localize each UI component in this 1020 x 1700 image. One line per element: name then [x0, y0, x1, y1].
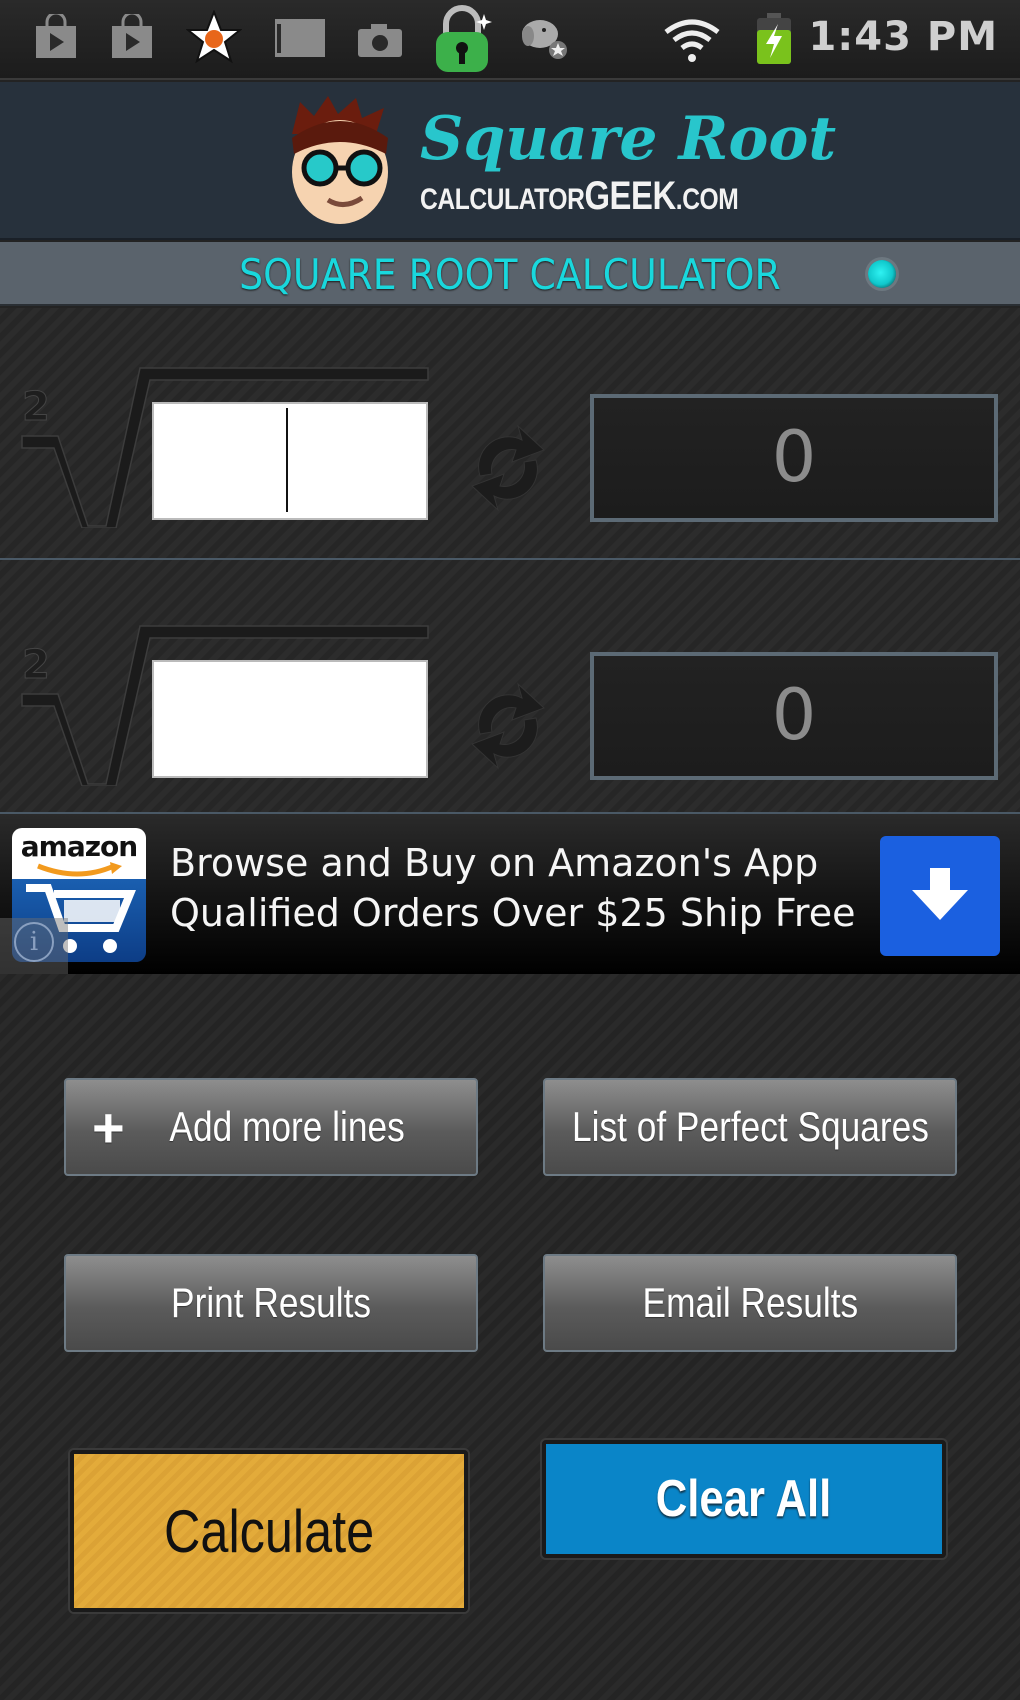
page-title: SQUARE ROOT CALCULATOR: [239, 250, 781, 299]
logo-title: Square Root: [420, 104, 837, 174]
play-store-icon: [112, 14, 152, 58]
result-display: 0: [590, 652, 998, 780]
calculator-title-bar: SQUARE ROOT CALCULATOR: [0, 242, 1020, 306]
clear-all-label: Clear All: [656, 1470, 832, 1528]
battery-charging-icon: [757, 13, 791, 64]
calc-row: 2 0: [0, 562, 1020, 814]
info-icon[interactable]: i: [14, 922, 54, 962]
favorite-star-icon: [186, 10, 242, 64]
calculate-button[interactable]: Calculate: [70, 1450, 468, 1612]
radicand-input[interactable]: [152, 660, 428, 778]
email-results-button[interactable]: Email Results: [543, 1254, 957, 1352]
wifi-icon: [664, 19, 720, 62]
download-arrow-icon: [912, 868, 968, 920]
logo-domain-suffix: .COM: [675, 183, 739, 216]
dog-app-icon: [522, 20, 567, 59]
logo-domain: CALCULATORGEEK.COM: [420, 174, 739, 219]
radicand-input[interactable]: [152, 402, 428, 520]
print-results-label: Print Results: [170, 1279, 371, 1326]
refresh-icon[interactable]: [466, 676, 550, 776]
clear-all-button[interactable]: Clear All: [542, 1440, 946, 1558]
play-store-icon: [36, 14, 76, 58]
ad-banner[interactable]: amazon i Browse and Buy on Amazon's App …: [0, 814, 1020, 978]
add-more-lines-label: Add more lines: [169, 1103, 405, 1150]
logo-domain-brand: GEEK: [584, 174, 676, 218]
list-perfect-squares-button[interactable]: List of Perfect Squares: [543, 1078, 957, 1176]
calculator-rows: 2 0 2 0: [0, 308, 1020, 814]
camera-icon: [358, 24, 402, 57]
text-cursor: [286, 408, 288, 512]
ad-download-button[interactable]: [880, 836, 1000, 956]
app-header: Square Root CALCULATORGEEK.COM: [0, 82, 1020, 240]
email-results-label: Email Results: [642, 1279, 858, 1326]
ad-line-2: Qualified Orders Over $25 Ship Free: [170, 891, 856, 935]
logo-domain-prefix: CALCULATOR: [420, 183, 585, 216]
clock: 1:43 PM: [808, 14, 998, 60]
print-results-button[interactable]: Print Results: [64, 1254, 478, 1352]
plus-icon: +: [92, 1095, 125, 1159]
ad-text: Browse and Buy on Amazon's App Qualified…: [170, 838, 855, 938]
result-display: 0: [590, 394, 998, 522]
calc-row: 2 0: [0, 308, 1020, 560]
root-index: 2: [22, 384, 50, 430]
amazon-smile-icon: [37, 862, 122, 877]
status-bar: 1:43 PM: [0, 0, 1020, 80]
refresh-icon[interactable]: [466, 418, 550, 518]
add-more-lines-button[interactable]: + Add more lines: [64, 1078, 478, 1176]
list-perfect-squares-label: List of Perfect Squares: [571, 1103, 929, 1150]
actions-panel: + Add more lines List of Perfect Squares…: [0, 974, 1020, 1700]
security-lock-icon: [436, 5, 492, 72]
calculate-label: Calculate: [163, 1497, 375, 1565]
geek-mascot-logo: [292, 96, 388, 224]
gmail-icon: [275, 19, 325, 57]
status-indicator-dot: [868, 260, 896, 288]
amazon-wordmark: amazon: [20, 830, 138, 863]
ad-line-1: Browse and Buy on Amazon's App: [170, 841, 819, 885]
root-index: 2: [22, 642, 50, 688]
